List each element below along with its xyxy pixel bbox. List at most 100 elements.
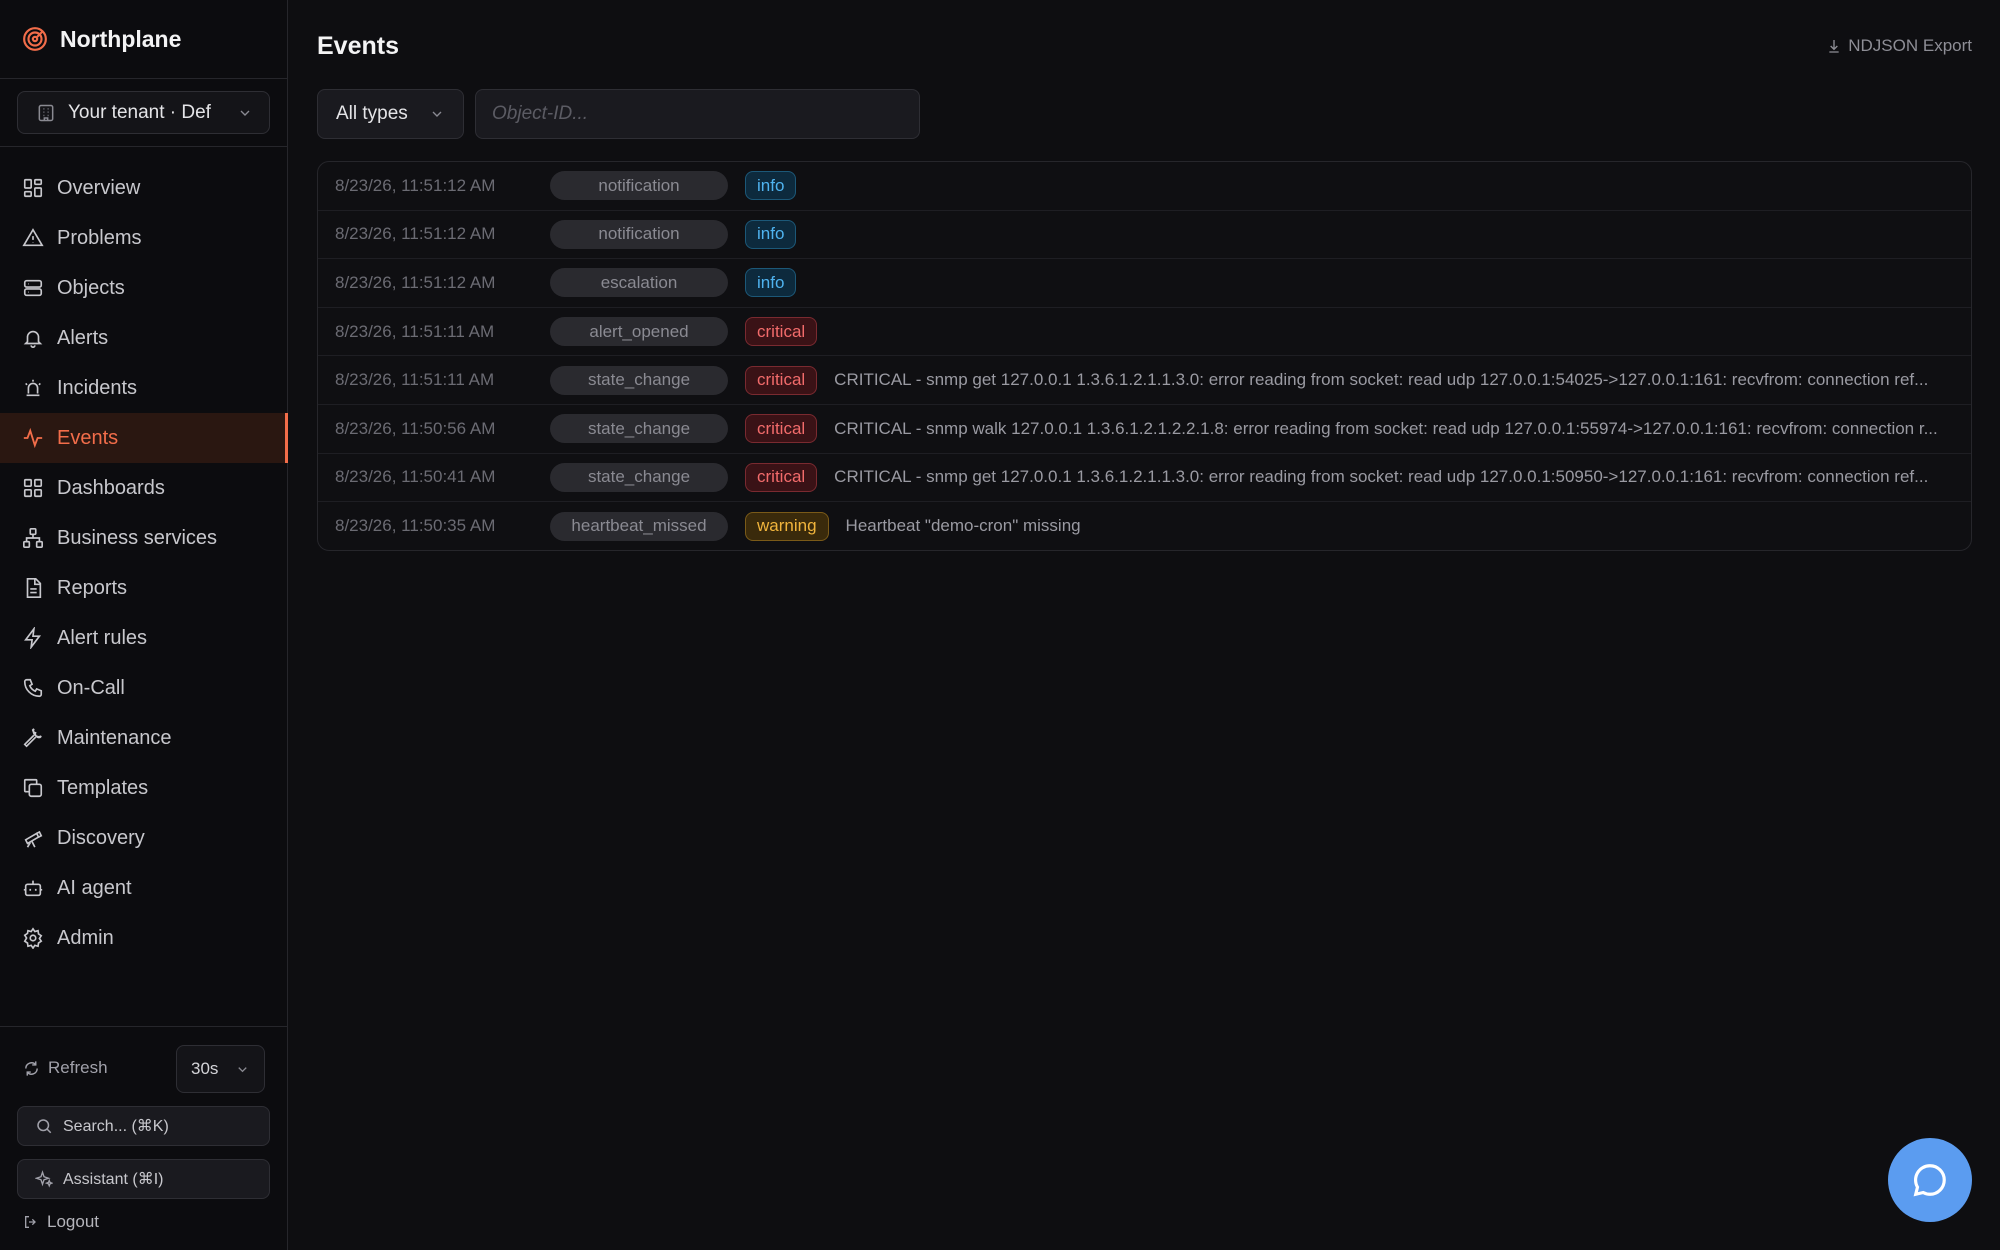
download-icon [1826,38,1842,54]
event-row[interactable]: 8/23/26, 11:50:35 AM heartbeat_missed warn… [318,502,1971,550]
server-icon [22,277,44,299]
bot-icon [22,877,44,899]
search-icon [35,1117,53,1135]
nav-item-on-call[interactable]: On-Call [0,663,287,713]
object-id-input[interactable] [475,89,920,139]
event-timestamp: 8/23/26, 11:51:11 AM [335,370,495,390]
severity-badge: info [745,171,797,201]
gear-icon [22,927,44,949]
nav-label: Objects [57,276,125,299]
search-label: Search... (⌘K) [63,1118,169,1135]
brand[interactable]: Northplane [0,0,287,79]
event-type-badge: escalation [550,268,728,298]
event-row[interactable]: 8/23/26, 11:51:12 AM notification info [318,211,1971,260]
event-type-badge: state_change [550,365,728,395]
event-row[interactable]: 8/23/26, 11:51:11 AM state_change critical… [318,356,1971,405]
nav-label: Overview [57,176,141,199]
nav-label: Events [57,426,119,449]
severity-badge: critical [745,414,818,444]
interval-value: 30s [191,1059,219,1078]
lightning-icon [22,627,44,649]
event-timestamp: 8/23/26, 11:50:35 AM [335,516,496,536]
event-row[interactable]: 8/23/26, 11:50:56 AM state_change critical… [318,405,1971,454]
nav-item-admin[interactable]: Admin [0,913,287,963]
search-button[interactable]: Search... (⌘K) [17,1106,270,1146]
refresh-icon [23,1060,40,1077]
event-timestamp: 8/23/26, 11:51:11 AM [335,321,495,341]
nav-item-problems[interactable]: Problems [0,213,287,263]
divider [0,146,287,147]
event-row[interactable]: 8/23/26, 11:51:12 AM notification info [318,162,1971,211]
event-timestamp: 8/23/26, 11:50:41 AM [335,467,496,487]
event-message: CRITICAL - snmp get 127.0.0.1 1.3.6.1.2.… [834,467,1929,487]
nav-item-incidents[interactable]: Incidents [0,363,287,413]
nav-label: Admin [57,926,114,949]
nav-label: Alerts [57,326,109,349]
tenant-selector[interactable]: Your tenant · Def [17,91,270,134]
nav-item-templates[interactable]: Templates [0,763,287,813]
event-type-select[interactable]: All types [317,89,464,139]
severity-badge: warning [745,511,829,541]
type-select-value: All types [336,103,408,124]
event-timestamp: 8/23/26, 11:51:12 AM [335,175,496,195]
nav-item-objects[interactable]: Objects [0,263,287,313]
nav-item-dashboards[interactable]: Dashboards [0,463,287,513]
wrench-icon [22,727,44,749]
ndjson-export-button[interactable]: NDJSON Export [1826,36,1972,56]
logout-label: Logout [47,1212,99,1231]
logo-target-icon [22,26,48,52]
severity-badge: critical [745,317,818,347]
nav-item-ai-agent[interactable]: AI agent [0,863,287,913]
event-type-badge: notification [550,219,728,249]
nav-item-alert-rules[interactable]: Alert rules [0,613,287,663]
event-row[interactable]: 8/23/26, 11:50:41 AM state_change critical… [318,454,1971,503]
chevron-down-icon [237,105,253,121]
event-row[interactable]: 8/23/26, 11:51:12 AM escalation info [318,259,1971,308]
event-type-badge: notification [550,171,728,201]
event-timestamp: 8/23/26, 11:51:12 AM [335,272,496,292]
divider [0,1026,287,1027]
refresh-interval-select[interactable]: 30s [176,1045,265,1093]
export-label: NDJSON Export [1848,36,1972,55]
app-name: Northplane [60,25,182,52]
chevron-down-icon [235,1062,250,1077]
event-type-badge: state_change [550,414,728,444]
nav-label: Dashboards [57,476,165,499]
event-row[interactable]: 8/23/26, 11:51:11 AM alert_opened critical [318,308,1971,357]
tenant-label: Your tenant · Def [68,101,211,123]
severity-badge: info [745,219,797,249]
sparkles-icon [35,1170,53,1188]
nav-item-overview[interactable]: Overview [0,163,287,213]
logout-button[interactable]: Logout [23,1212,99,1232]
refresh-button[interactable]: Refresh [23,1058,108,1078]
nav-item-maintenance[interactable]: Maintenance [0,713,287,763]
sidebar: Northplane Your tenant · Def Overview Pr… [0,0,288,1250]
nav-item-events[interactable]: Events [0,413,288,463]
assistant-button[interactable]: Assistant (⌘I) [17,1159,270,1199]
chat-button[interactable] [1888,1138,1972,1222]
severity-badge: critical [745,365,818,395]
copy-icon [22,777,44,799]
assistant-label: Assistant (⌘I) [63,1171,164,1188]
nav-label: Reports [57,576,128,599]
page-title: Events [317,32,399,60]
document-icon [22,577,44,599]
nav-label: AI agent [57,876,132,899]
chat-bubble-icon [1911,1161,1949,1199]
phone-icon [22,677,44,699]
severity-badge: critical [745,462,818,492]
nav-label: Discovery [57,826,145,849]
nav-item-business-services[interactable]: Business services [0,513,287,563]
chevron-down-icon [429,106,445,122]
nav-item-alerts[interactable]: Alerts [0,313,287,363]
nav-label: On-Call [57,676,125,699]
event-timestamp: 8/23/26, 11:51:12 AM [335,224,496,244]
event-message: Heartbeat "demo-cron" missing [845,516,1081,536]
severity-badge: info [745,268,797,298]
nav-item-reports[interactable]: Reports [0,563,287,613]
siren-icon [22,377,44,399]
nav-item-discovery[interactable]: Discovery [0,813,287,863]
main-content: Events NDJSON Export All types 8/23/26, … [289,0,2000,1250]
main-nav: Overview Problems Objects Alerts Inciden… [0,163,288,963]
logout-icon [23,1214,39,1230]
